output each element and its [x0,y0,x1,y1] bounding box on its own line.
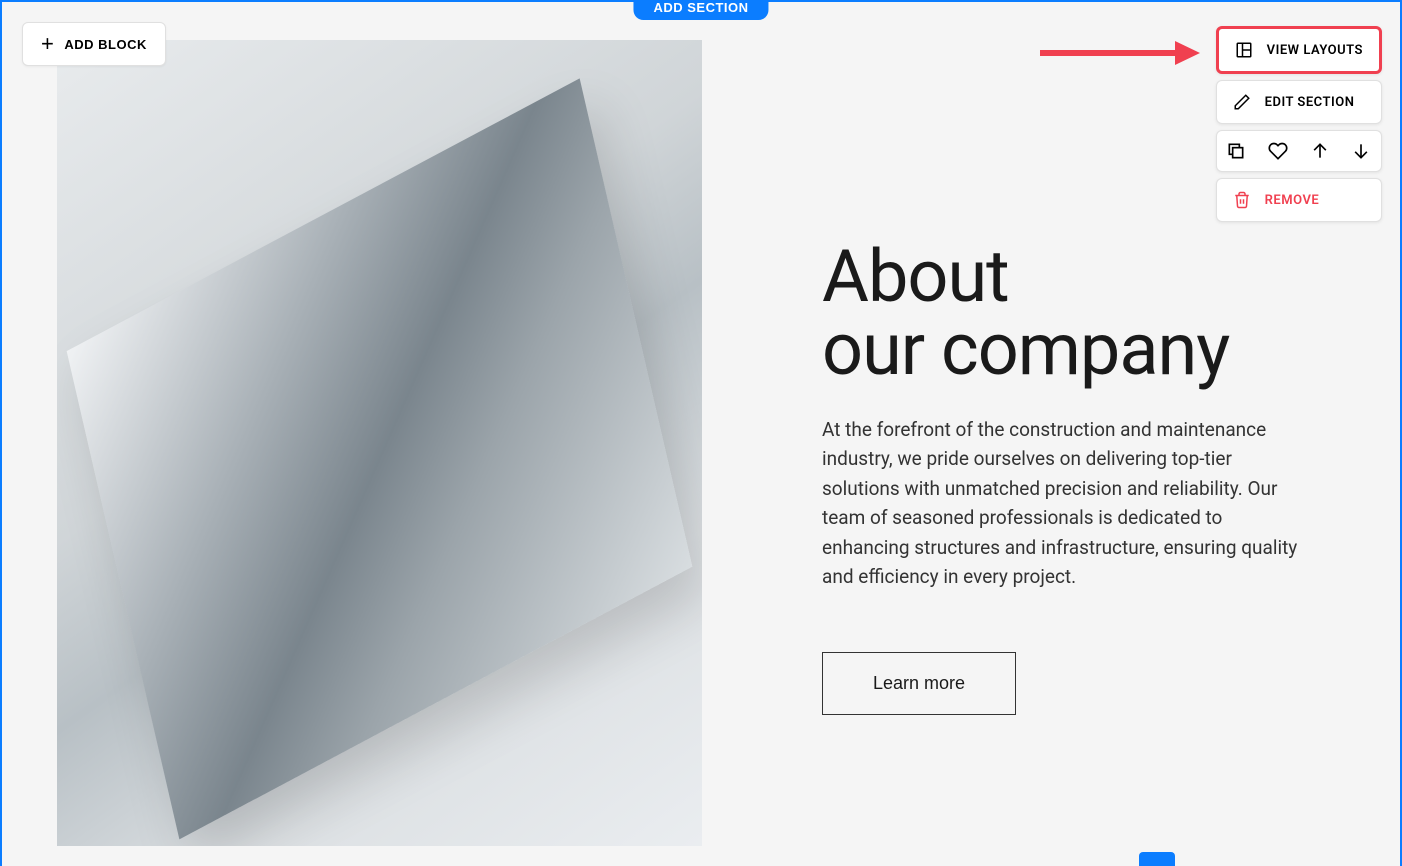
annotation-arrow [1040,39,1200,67]
duplicate-icon [1226,141,1246,161]
view-layouts-button[interactable]: VIEW LAYOUTS [1216,26,1382,74]
view-layouts-label: VIEW LAYOUTS [1267,43,1363,58]
section-body[interactable]: At the forefront of the construction and… [822,415,1302,592]
edit-section-label: EDIT SECTION [1265,95,1355,110]
section-image[interactable] [57,40,702,846]
section-heading[interactable]: About our company [822,240,1302,387]
bottom-handle-button[interactable] [1139,852,1175,866]
section-context-menu: VIEW LAYOUTS EDIT SECTION [1216,26,1382,222]
remove-button[interactable]: REMOVE [1216,178,1382,222]
layout-icon [1235,41,1253,59]
learn-more-label: Learn more [873,673,965,693]
learn-more-button[interactable]: Learn more [822,652,1016,715]
remove-label: REMOVE [1265,193,1320,208]
edit-section-button[interactable]: EDIT SECTION [1216,80,1382,124]
duplicate-button[interactable] [1226,141,1246,161]
arrow-up-icon [1310,141,1330,161]
add-block-button[interactable]: + ADD BLOCK [22,22,166,66]
section-action-row [1216,130,1382,172]
add-section-button[interactable]: ADD SECTION [633,2,768,20]
heading-line-2: our company [822,307,1229,392]
arrow-down-icon [1351,141,1371,161]
favorite-button[interactable] [1268,141,1288,161]
trash-icon [1233,191,1251,209]
add-section-label: ADD SECTION [653,0,748,15]
section-content[interactable]: About our company At the forefront of th… [57,40,1345,866]
move-up-button[interactable] [1310,141,1330,161]
move-down-button[interactable] [1351,141,1371,161]
pencil-icon [1233,93,1251,111]
add-block-label: ADD BLOCK [64,37,147,52]
plus-icon: + [41,33,54,55]
heading-line-1: About [822,234,1009,319]
heart-icon [1268,141,1288,161]
